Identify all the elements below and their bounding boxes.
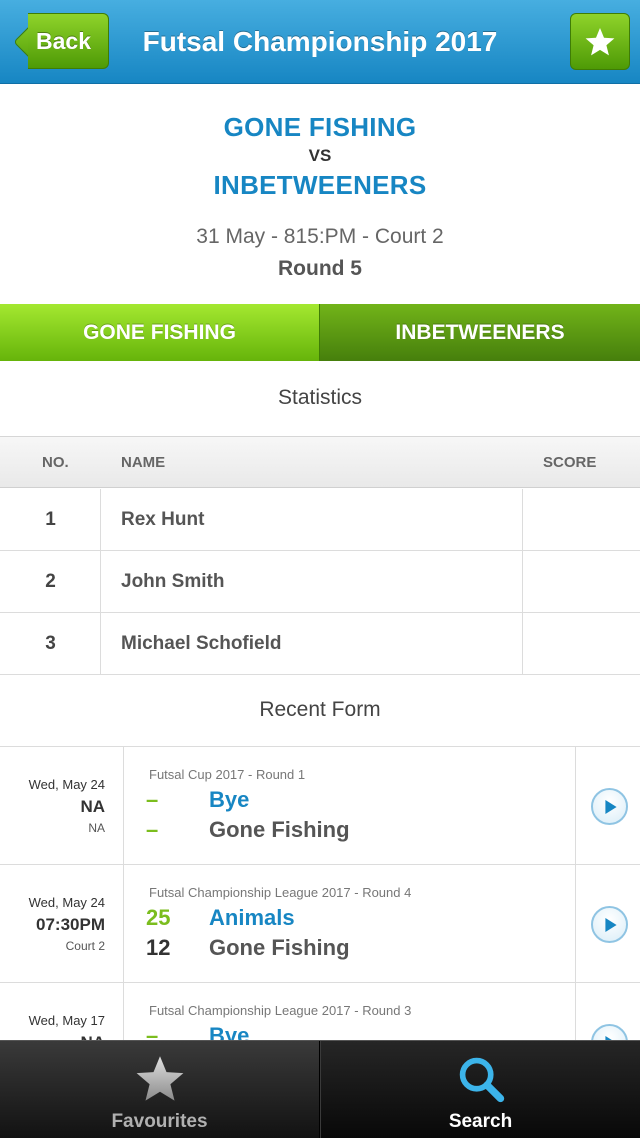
team-tabs: GONE FISHING INBETWEENERS [0, 304, 640, 361]
statistics-table-header: NO. NAME SCORE [0, 436, 640, 488]
player-number: 2 [45, 571, 56, 592]
list-item[interactable]: Wed, May 24 07:30PM Court 2 Futsal Champ… [0, 865, 640, 983]
player-number: 1 [45, 509, 56, 530]
recent-form-list: Wed, May 24 NA NA Futsal Cup 2017 - Roun… [0, 746, 640, 1040]
play-arrow-icon [605, 799, 617, 814]
team1-name: Bye [209, 787, 250, 812]
away-team-name: INBETWEENERS [213, 170, 427, 200]
play-arrow-icon [605, 917, 617, 932]
fixture-date: Wed, May 17 [28, 1013, 105, 1028]
fixture-competition: Futsal Championship League 2017 - Round … [149, 1003, 412, 1018]
fixture-court: NA [88, 821, 105, 835]
fixture-competition: Futsal Cup 2017 - Round 1 [149, 767, 306, 782]
column-header-no: NO. [42, 454, 69, 471]
fixture-date: Wed, May 24 [28, 777, 105, 792]
team1-name: Animals [209, 905, 295, 930]
team1-name: Bye [209, 1023, 250, 1040]
back-button[interactable]: Back [10, 13, 109, 69]
fixture-competition: Futsal Championship League 2017 - Round … [149, 885, 412, 900]
team2-name: Gone Fishing [209, 935, 350, 960]
team1-score: – [146, 1023, 159, 1040]
fixture-time: NA [80, 1033, 105, 1040]
home-team-name: GONE FISHING [223, 112, 417, 142]
fixture-detail-button[interactable] [591, 906, 628, 943]
column-header-score: SCORE [543, 454, 597, 471]
player-name: Rex Hunt [121, 509, 205, 530]
player-name: John Smith [121, 571, 225, 592]
player-number: 3 [45, 633, 56, 654]
match-datetime-court: 31 May - 815:PM - Court 2 [196, 225, 444, 248]
bottom-tab-bar: Favourites Search [0, 1040, 640, 1138]
list-item[interactable]: Wed, May 17 NA Futsal Championship Leagu… [0, 983, 640, 1040]
tab-home-team[interactable]: GONE FISHING [0, 304, 320, 361]
fixture-detail-button[interactable] [591, 1024, 628, 1040]
recent-form-heading: Recent Form [259, 698, 381, 721]
fixture-time: NA [80, 797, 105, 816]
search-icon [459, 1057, 504, 1103]
match-info: GONE FISHING VS INBETWEENERS 31 May - 81… [0, 84, 640, 304]
list-item[interactable]: Wed, May 24 NA NA Futsal Cup 2017 - Roun… [0, 747, 640, 865]
statistics-heading: Statistics [277, 386, 363, 409]
versus-label: VS [308, 146, 332, 165]
table-row: 2 John Smith [0, 551, 640, 613]
tab-favourites-label: Favourites [111, 1111, 208, 1132]
team2-name: Gone Fishing [209, 817, 350, 842]
table-row: 3 Michael Schofield [0, 613, 640, 675]
tab-search-label: Search [448, 1111, 513, 1132]
table-row: 1 Rex Hunt [0, 489, 640, 551]
tab-away-team[interactable]: INBETWEENERS [320, 304, 640, 361]
back-button-label: Back [36, 28, 91, 54]
column-header-name: NAME [121, 454, 166, 471]
star-icon [136, 1056, 183, 1101]
team1-score: – [146, 787, 159, 812]
fixture-court: Court 2 [65, 939, 105, 953]
page-title: Futsal Championship 2017 [142, 26, 498, 57]
star-icon [585, 27, 615, 55]
fixture-time: 07:30PM [36, 915, 105, 934]
favourite-button[interactable] [570, 13, 630, 70]
team2-score: 12 [146, 935, 171, 960]
team2-score: – [146, 817, 159, 842]
team1-score: 25 [146, 905, 171, 930]
player-name: Michael Schofield [121, 633, 282, 654]
match-round: Round 5 [278, 257, 362, 280]
fixture-detail-button[interactable] [591, 788, 628, 825]
fixture-date: Wed, May 24 [28, 895, 105, 910]
tab-favourites[interactable]: Favourites [0, 1041, 320, 1138]
tab-search[interactable]: Search [320, 1041, 640, 1138]
nav-bar: Back Futsal Championship 2017 [0, 0, 640, 84]
